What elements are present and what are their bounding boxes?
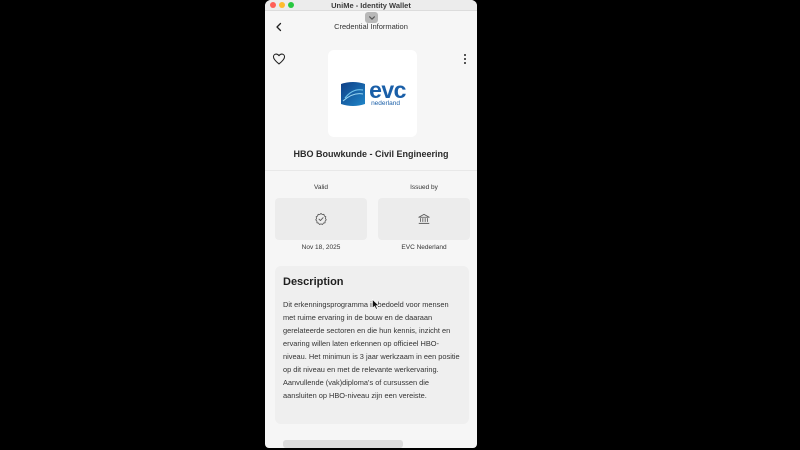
next-section-heading [283,440,403,448]
issuer-name: EVC Nederland [401,244,447,251]
issuer-info: Issued by EVC Nederland [378,184,470,251]
verified-badge-icon [315,213,327,225]
description-text: Dit erkenningsprogramma is bedoeld voor … [283,300,460,400]
issuer-logo: evc nederland [328,50,417,137]
logo-subtitle: nederland [371,100,400,108]
page-title: Credential Information [334,22,408,31]
credential-name: HBO Bouwkunde - Civil Engineering [293,149,449,159]
pull-down-tab[interactable] [365,12,378,23]
description-title: Description [283,276,344,288]
issued-by-label: Issued by [410,184,438,191]
more-vertical-icon [464,54,466,56]
mouse-cursor-icon [372,299,380,310]
valid-label: Valid [314,184,328,191]
logo-wordmark: evc [369,77,406,104]
description-card: Description Dit erkenningsprogramma is b… [275,266,469,424]
evc-logo-mark-icon [341,81,366,106]
valid-date: Nov 18, 2025 [301,244,341,251]
bank-building-icon [418,213,430,224]
title-bar: UniMe - Identity Wallet [265,0,477,11]
valid-info: Valid Nov 18, 2025 [275,184,367,251]
window-title: UniMe - Identity Wallet [331,1,411,10]
section-divider [265,170,477,171]
valid-status-box [275,198,367,240]
heart-icon [272,53,286,65]
more-options-button[interactable] [461,52,469,66]
chevron-down-icon [368,15,375,20]
favorite-button[interactable] [272,52,286,66]
issuer-box [378,198,470,240]
app-window: UniMe - Identity Wallet Credential Infor… [265,0,477,448]
